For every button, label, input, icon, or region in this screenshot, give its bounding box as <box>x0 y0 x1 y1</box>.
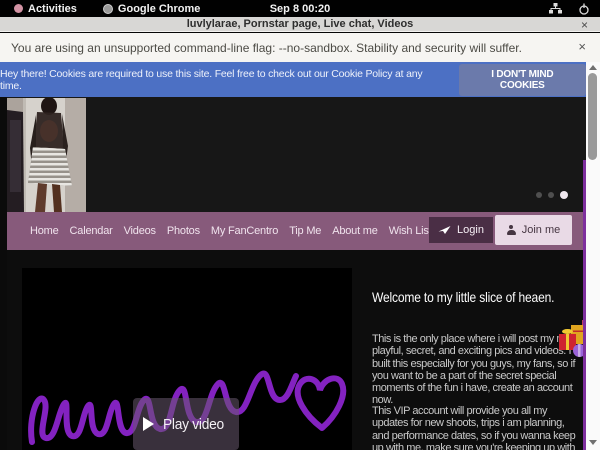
nav-item-home[interactable]: Home <box>30 225 59 237</box>
login-button[interactable]: Login <box>429 217 493 243</box>
nav-item-videos[interactable]: Videos <box>124 225 156 237</box>
about-heading: Welcome to my little slice of heaen. <box>372 289 554 305</box>
desktop-top-bar: Activities Google Chrome Sep 8 00:20 <box>0 0 600 17</box>
play-video-button[interactable]: Play video <box>133 398 239 450</box>
cookie-banner: Hey there! Cookies are required to use t… <box>0 62 586 97</box>
carousel-dots <box>536 191 568 199</box>
nav-item-my-fancentro[interactable]: My FanCentro <box>211 225 278 237</box>
video-player: Play video <box>22 268 352 450</box>
carousel-dot-2[interactable] <box>548 192 554 198</box>
window-close-icon[interactable]: × <box>581 18 588 32</box>
nav-item-about-me[interactable]: About me <box>332 225 377 237</box>
about-paragraph-1: This is the only place where i will post… <box>372 333 580 407</box>
send-arrow-icon <box>438 225 451 235</box>
cookie-message: Hey there! Cookies are required to use t… <box>0 68 447 92</box>
infobar-message: You are using an unsupported command-lin… <box>11 41 522 55</box>
play-icon <box>143 417 154 431</box>
clock[interactable]: Sep 8 00:20 <box>0 3 600 15</box>
play-video-label: Play video <box>163 416 224 433</box>
profile-cover-photo <box>7 98 86 212</box>
scrollbar-thumb[interactable] <box>588 73 597 160</box>
network-icon[interactable] <box>549 3 562 14</box>
page-title: luvlylarae, Pornstar page, Live chat, Vi… <box>187 18 414 30</box>
scroll-down-icon[interactable] <box>589 440 597 445</box>
login-label: Login <box>457 224 484 236</box>
power-icon[interactable] <box>578 3 590 15</box>
carousel-dot-1[interactable] <box>536 192 542 198</box>
scroll-up-icon[interactable] <box>589 65 597 70</box>
nav-item-tip-me[interactable]: Tip Me <box>289 225 321 237</box>
join-label: Join me <box>522 224 561 236</box>
nav-links: Home Calendar Videos Photos My FanCentro… <box>30 212 432 250</box>
about-paragraph-2: This VIP account will provide you all my… <box>372 405 580 450</box>
person-icon <box>507 225 516 235</box>
carousel-dot-3-active[interactable] <box>560 191 568 199</box>
page-scrollbar[interactable] <box>586 62 600 450</box>
nav-item-photos[interactable]: Photos <box>167 225 200 237</box>
accept-cookies-button[interactable]: I DON'T MIND COOKIES <box>459 64 586 96</box>
site-navbar: Home Calendar Videos Photos My FanCentro… <box>7 212 586 250</box>
system-tray <box>549 0 590 17</box>
chrome-infobar: You are using an unsupported command-lin… <box>0 33 600 62</box>
nav-item-wish-list[interactable]: Wish List <box>389 225 432 237</box>
hero-banner <box>7 97 586 212</box>
nav-item-calendar[interactable]: Calendar <box>70 225 113 237</box>
join-me-button[interactable]: Join me <box>495 215 572 245</box>
browser-title-bar: luvlylarae, Pornstar page, Live chat, Vi… <box>0 17 600 32</box>
infobar-close-icon[interactable]: × <box>578 39 586 54</box>
